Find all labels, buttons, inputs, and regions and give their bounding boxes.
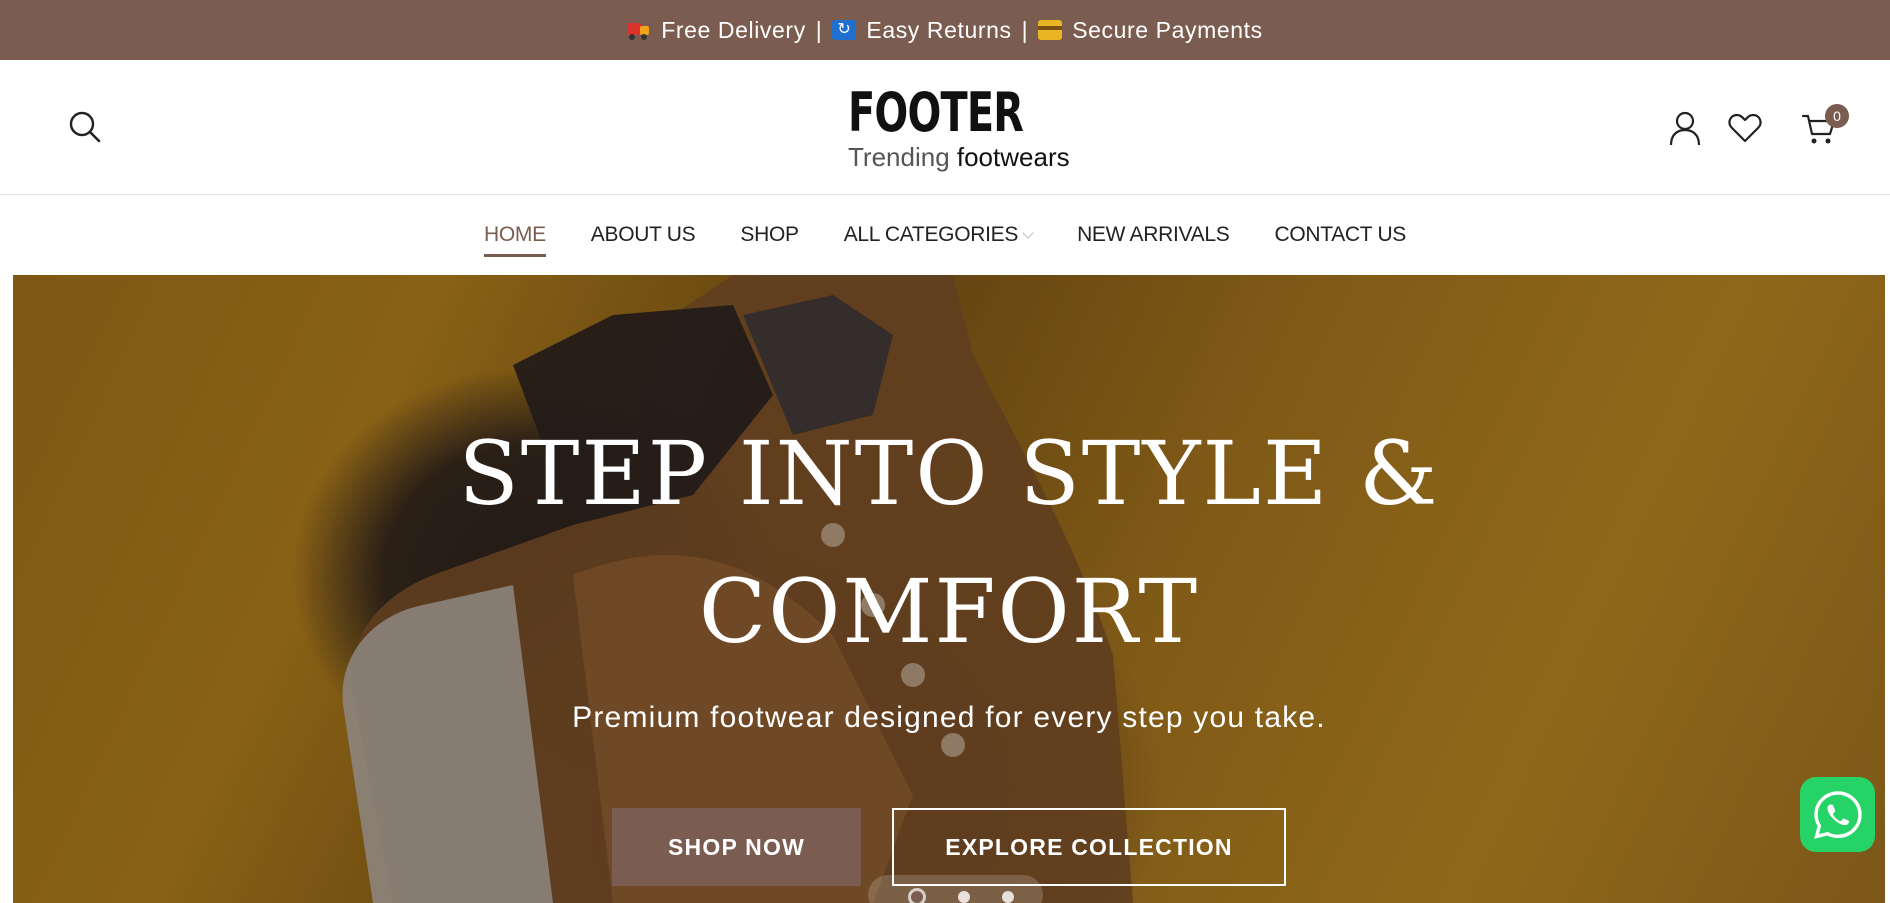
credit-card-icon: [1038, 20, 1063, 40]
hero-title: STEP INTO STYLE & COMFORT: [13, 405, 1885, 681]
slider-dot-2[interactable]: [958, 891, 970, 903]
logo-tagline: Trending footwears: [848, 142, 1070, 173]
whatsapp-icon: [1813, 790, 1862, 839]
hero-title-line-1: STEP INTO STYLE &: [458, 422, 1440, 525]
logo-wordmark: FOOTER: [848, 81, 1024, 144]
hero-title-line-2: COMFORT: [698, 560, 1200, 663]
refresh-icon: ↻: [832, 20, 857, 40]
separator: |: [815, 16, 823, 43]
hero-subtitle: Premium footwear designed for every step…: [572, 701, 1326, 734]
slider-pagination: [868, 875, 1043, 903]
slider-dot-1[interactable]: [908, 888, 926, 903]
nav-item-about-us[interactable]: ABOUT US: [591, 223, 696, 247]
slider-dot-3[interactable]: [1002, 891, 1014, 903]
free-delivery-label: Free Delivery: [661, 16, 806, 43]
easy-returns-label: Easy Returns: [866, 16, 1012, 43]
free-delivery-notice: Free Delivery: [627, 17, 806, 44]
nav-item-home[interactable]: HOME: [483, 223, 546, 257]
nav-item-shop[interactable]: SHOP: [740, 223, 799, 247]
delivery-truck-icon: [627, 20, 651, 40]
user-icon[interactable]: [1668, 110, 1702, 146]
heart-icon[interactable]: [1728, 112, 1762, 144]
chevron-down-icon: [1022, 226, 1034, 239]
nav-item-all-categories-label: ALL CATEGORIES: [843, 223, 1019, 246]
secure-payments-notice: Secure Payments: [1038, 17, 1263, 44]
secure-payments-label: Secure Payments: [1072, 16, 1263, 43]
site-header: FOOTER Trending footwears 0: [0, 60, 1890, 195]
logo-tagline-part-2: footwears: [956, 142, 1070, 172]
whatsapp-chat-button[interactable]: [1800, 777, 1875, 852]
hero-banner: STEP INTO STYLE & COMFORT Premium footwe…: [13, 275, 1885, 903]
shop-now-button[interactable]: SHOP NOW: [612, 808, 861, 886]
nav-item-new-arrivals[interactable]: NEW ARRIVALS: [1077, 223, 1230, 247]
search-icon[interactable]: [68, 110, 102, 144]
cart-count-badge: 0: [1825, 104, 1849, 128]
logo-tagline-part-1: Trending: [848, 142, 957, 172]
announcement-bar: Free Delivery | ↻ Easy Returns | Secure …: [0, 0, 1890, 60]
main-navigation: HOME ABOUT US SHOP ALL CATEGORIES NEW AR…: [0, 195, 1890, 275]
nav-item-contact-us[interactable]: CONTACT US: [1274, 223, 1406, 247]
separator: |: [1021, 16, 1029, 43]
nav-item-all-categories[interactable]: ALL CATEGORIES: [843, 223, 1034, 247]
site-logo[interactable]: FOOTER Trending footwears: [848, 81, 1088, 173]
easy-returns-notice: ↻ Easy Returns: [832, 17, 1011, 44]
